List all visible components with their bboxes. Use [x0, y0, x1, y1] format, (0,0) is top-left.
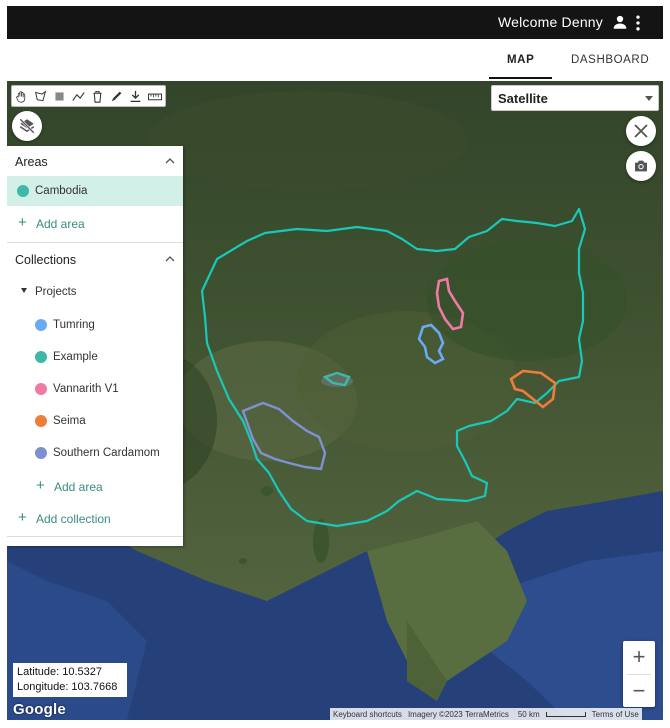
account-icon[interactable]: [611, 13, 629, 31]
collection-item-label: Example: [53, 351, 98, 363]
more-vert-icon[interactable]: [628, 13, 648, 33]
scale-line: [545, 711, 586, 717]
color-dot: [17, 185, 29, 197]
collection-item-example[interactable]: Example: [7, 343, 183, 371]
rectangle-icon[interactable]: [50, 86, 69, 106]
longitude-readout: Longitude: 103.7668: [17, 681, 118, 693]
areas-header[interactable]: Areas: [7, 146, 183, 176]
cursor-coordinates: Latitude: 10.5327 Longitude: 103.7668: [13, 663, 127, 697]
collection-item-vannarith-v1[interactable]: Vannarith V1: [7, 375, 183, 403]
zoom-out-button[interactable]: −: [623, 675, 655, 707]
projects-folder[interactable]: Projects: [7, 279, 183, 303]
view-tabs: MAP DASHBOARD: [7, 39, 663, 81]
plus-icon: +: [36, 477, 45, 494]
screenshot-button[interactable]: [626, 151, 656, 181]
top-app-bar: Welcome Denny: [7, 6, 663, 39]
add-area-label: Add area: [36, 217, 85, 231]
add-collection-button[interactable]: + Add collection: [7, 505, 183, 531]
welcome-text: Welcome Denny: [497, 14, 603, 30]
color-dot: [35, 415, 47, 427]
area-item-label: Cambodia: [35, 185, 88, 197]
color-dot: [35, 383, 47, 395]
google-logo: Google: [13, 701, 66, 718]
zoom-in-button[interactable]: +: [623, 641, 655, 673]
caret-down-icon: [21, 288, 27, 293]
tab-dashboard[interactable]: DASHBOARD: [571, 54, 649, 66]
areas-title: Areas: [15, 155, 48, 169]
add-area-to-project-button[interactable]: + Add area: [7, 473, 183, 499]
map-attribution: Keyboard shortcuts Imagery ©2023 TerraMe…: [330, 708, 642, 720]
terms-link[interactable]: Terms of Use: [589, 710, 642, 719]
draw-toolbar: [11, 85, 166, 107]
color-dot: [35, 351, 47, 363]
polygon-icon[interactable]: [31, 86, 50, 106]
chevron-up-icon[interactable]: [165, 256, 175, 262]
ruler-icon[interactable]: [145, 86, 165, 106]
app-window: Welcome Denny MAP DASHBOARD Satellite Ar…: [7, 6, 663, 720]
basemap-selected: Satellite: [498, 91, 548, 106]
area-item-cambodia[interactable]: Cambodia: [7, 176, 183, 206]
zoom-control: + −: [623, 641, 655, 707]
color-dot: [35, 447, 47, 459]
download-icon[interactable]: [126, 86, 145, 106]
camera-icon: [635, 160, 647, 172]
collections-header[interactable]: Collections: [7, 243, 183, 273]
divider: [7, 536, 183, 537]
add-area-button[interactable]: + Add area: [7, 210, 183, 236]
add-area-label: Add area: [54, 480, 103, 494]
chevron-up-icon[interactable]: [165, 158, 175, 164]
scale-bar[interactable]: 50 km: [512, 710, 589, 719]
basemap-select[interactable]: Satellite: [491, 85, 659, 111]
collection-item-label: Vannarith V1: [53, 383, 119, 395]
line-icon[interactable]: [69, 86, 88, 106]
delete-icon[interactable]: [88, 86, 107, 106]
keyboard-shortcuts-link[interactable]: Keyboard shortcuts: [330, 710, 405, 719]
plus-icon: +: [18, 509, 27, 526]
edit-icon[interactable]: [107, 86, 126, 106]
collections-title: Collections: [15, 253, 77, 267]
collection-item-label: Seima: [53, 415, 86, 427]
plus-icon: +: [18, 214, 27, 231]
collection-item-seima[interactable]: Seima: [7, 407, 183, 435]
chevron-down-icon: [645, 96, 653, 101]
close-button[interactable]: [626, 116, 656, 146]
close-icon: [634, 124, 648, 138]
layers-panel: Areas Cambodia + Add area Collections Pr…: [7, 146, 183, 546]
tab-map[interactable]: MAP: [488, 54, 553, 79]
layers-off-icon: [19, 118, 35, 134]
latitude-readout: Latitude: 10.5327: [17, 666, 103, 678]
imagery-credit: Imagery ©2023 TerraMetrics: [407, 709, 509, 719]
collection-item-label: Southern Cardamom: [53, 447, 160, 459]
scale-label: 50 km: [517, 709, 540, 719]
collection-item-tumring[interactable]: Tumring: [7, 311, 183, 339]
add-collection-label: Add collection: [36, 512, 111, 526]
projects-label: Projects: [35, 286, 77, 298]
collection-item-label: Tumring: [53, 319, 95, 331]
collection-item-southern-cardamom[interactable]: Southern Cardamom: [7, 439, 183, 467]
pan-hand-icon[interactable]: [12, 86, 31, 106]
color-dot: [35, 319, 47, 331]
layers-off-button[interactable]: [12, 111, 42, 141]
satellite-map[interactable]: Satellite Areas Cambodia + Add area Coll…: [7, 81, 663, 720]
